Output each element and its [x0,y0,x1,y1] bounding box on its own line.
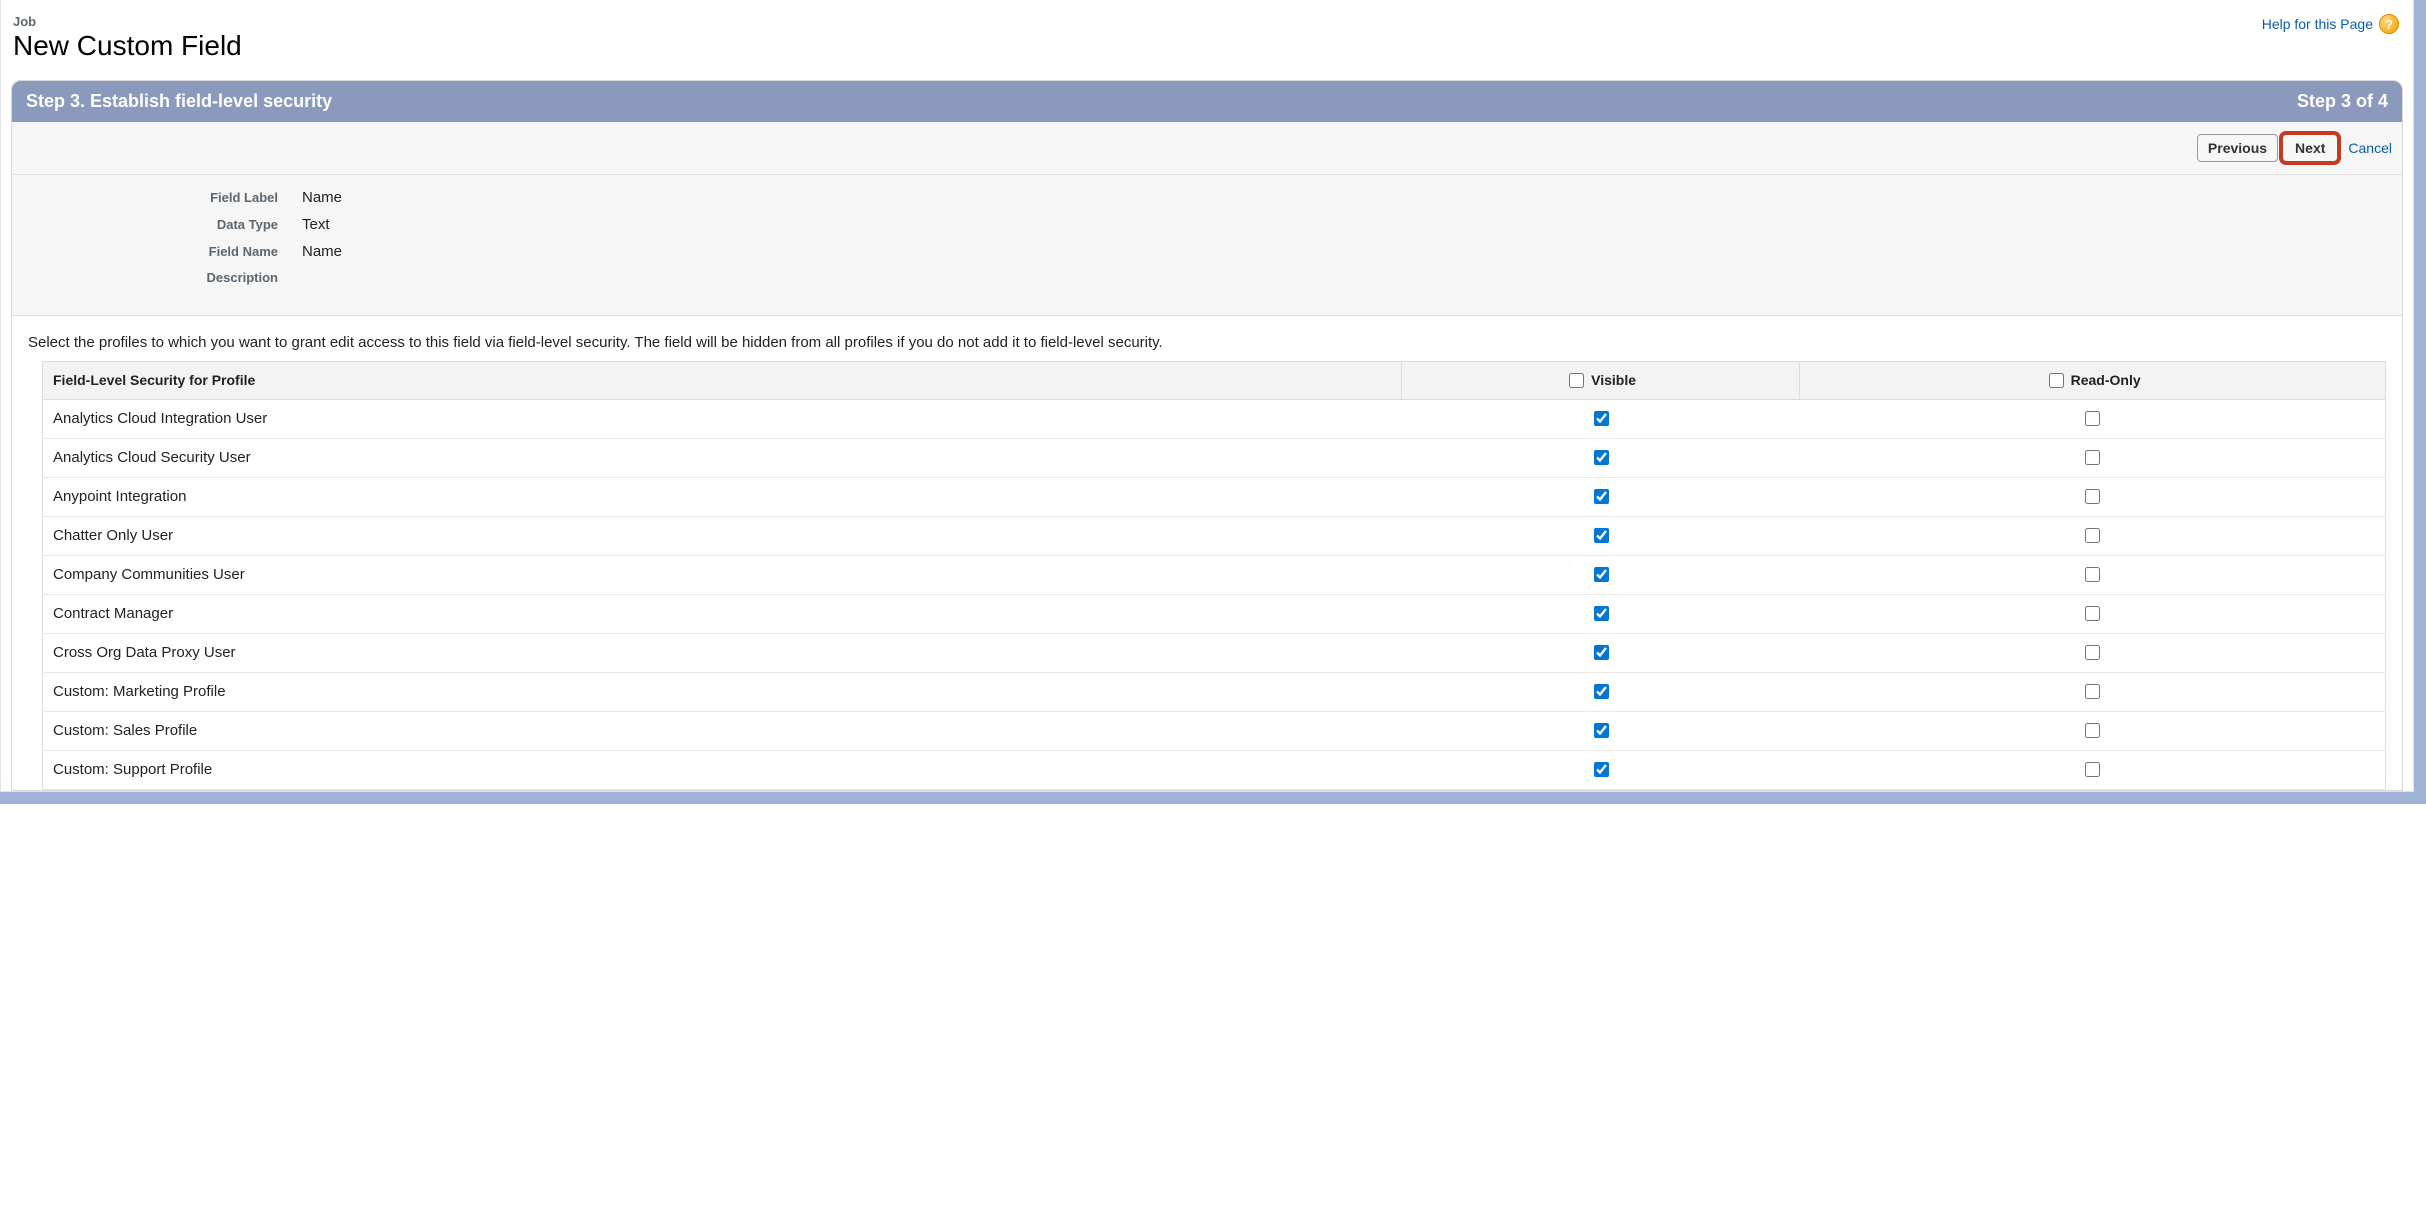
visible-checkbox[interactable] [1594,411,1609,426]
readonly-cell [1800,555,2386,594]
readonly-checkbox[interactable] [2085,450,2100,465]
visible-checkbox[interactable] [1594,528,1609,543]
help-icon: ? [2379,14,2399,34]
readonly-cell [1800,672,2386,711]
th-visible-label: Visible [1591,372,1636,388]
visible-checkbox[interactable] [1594,723,1609,738]
visible-checkbox[interactable] [1594,645,1609,660]
table-row: Custom: Support Profile [43,750,2386,789]
th-visible: Visible [1401,361,1799,399]
readonly-checkbox[interactable] [2085,528,2100,543]
readonly-select-all-checkbox[interactable] [2049,373,2064,388]
readonly-cell [1800,594,2386,633]
visible-cell [1401,477,1799,516]
page-header: Job New Custom Field Help for this Page … [11,8,2403,80]
table-row: Company Communities User [43,555,2386,594]
wizard-toolbar: Previous Next Cancel [12,122,2402,175]
profile-cell: Custom: Marketing Profile [43,672,1402,711]
readonly-cell [1800,399,2386,438]
table-row: Analytics Cloud Integration User [43,399,2386,438]
field-name-name: Field Name [22,244,302,259]
profile-cell: Chatter Only User [43,516,1402,555]
cancel-link[interactable]: Cancel [2348,140,2392,156]
step-title: Step 3. Establish field-level security [26,91,332,112]
readonly-cell [1800,477,2386,516]
table-row: Chatter Only User [43,516,2386,555]
step-header: Step 3. Establish field-level security S… [12,81,2402,122]
data-type-name: Data Type [22,217,302,232]
previous-button[interactable]: Previous [2197,134,2278,162]
readonly-checkbox[interactable] [2085,684,2100,699]
readonly-checkbox[interactable] [2085,723,2100,738]
visible-cell [1401,750,1799,789]
instruction-text: Select the profiles to which you want to… [12,316,2402,361]
readonly-checkbox[interactable] [2085,645,2100,660]
readonly-checkbox[interactable] [2085,762,2100,777]
visible-cell [1401,399,1799,438]
visible-cell [1401,672,1799,711]
profile-cell: Contract Manager [43,594,1402,633]
next-button[interactable]: Next [2282,134,2338,162]
profile-cell: Analytics Cloud Integration User [43,399,1402,438]
profile-cell: Anypoint Integration [43,477,1402,516]
help-link-label: Help for this Page [2262,16,2373,32]
table-row: Analytics Cloud Security User [43,438,2386,477]
visible-checkbox[interactable] [1594,489,1609,504]
th-readonly-label: Read-Only [2071,372,2141,388]
profile-cell: Analytics Cloud Security User [43,438,1402,477]
page-title: New Custom Field [13,31,242,62]
visible-checkbox[interactable] [1594,606,1609,621]
help-link[interactable]: Help for this Page ? [2262,14,2399,34]
th-readonly: Read-Only [1800,361,2386,399]
data-type-value: Text [302,216,330,233]
readonly-checkbox[interactable] [2085,567,2100,582]
field-name-value: Name [302,243,342,260]
table-row: Cross Org Data Proxy User [43,633,2386,672]
readonly-cell [1800,633,2386,672]
field-label-name: Field Label [22,190,302,205]
step-container: Step 3. Establish field-level security S… [11,80,2403,791]
description-name: Description [22,270,302,285]
field-details: Field Label Name Data Type Text Field Na… [12,175,2402,316]
readonly-cell [1800,438,2386,477]
step-indicator: Step 3 of 4 [2297,91,2388,112]
breadcrumb: Job [13,14,242,29]
profile-cell: Cross Org Data Proxy User [43,633,1402,672]
table-row: Contract Manager [43,594,2386,633]
visible-cell [1401,711,1799,750]
readonly-cell [1800,750,2386,789]
visible-cell [1401,516,1799,555]
visible-checkbox[interactable] [1594,684,1609,699]
table-row: Custom: Marketing Profile [43,672,2386,711]
profile-cell: Custom: Support Profile [43,750,1402,789]
field-label-value: Name [302,189,342,206]
visible-checkbox[interactable] [1594,762,1609,777]
readonly-cell [1800,711,2386,750]
visible-cell [1401,594,1799,633]
profile-cell: Company Communities User [43,555,1402,594]
visible-cell [1401,438,1799,477]
visible-select-all-checkbox[interactable] [1569,373,1584,388]
visible-cell [1401,633,1799,672]
profile-cell: Custom: Sales Profile [43,711,1402,750]
table-row: Anypoint Integration [43,477,2386,516]
visible-cell [1401,555,1799,594]
visible-checkbox[interactable] [1594,450,1609,465]
th-profile: Field-Level Security for Profile [43,361,1402,399]
visible-checkbox[interactable] [1594,567,1609,582]
field-level-security-table: Field-Level Security for Profile Visible [42,361,2386,790]
readonly-checkbox[interactable] [2085,606,2100,621]
table-row: Custom: Sales Profile [43,711,2386,750]
readonly-checkbox[interactable] [2085,411,2100,426]
readonly-cell [1800,516,2386,555]
readonly-checkbox[interactable] [2085,489,2100,504]
